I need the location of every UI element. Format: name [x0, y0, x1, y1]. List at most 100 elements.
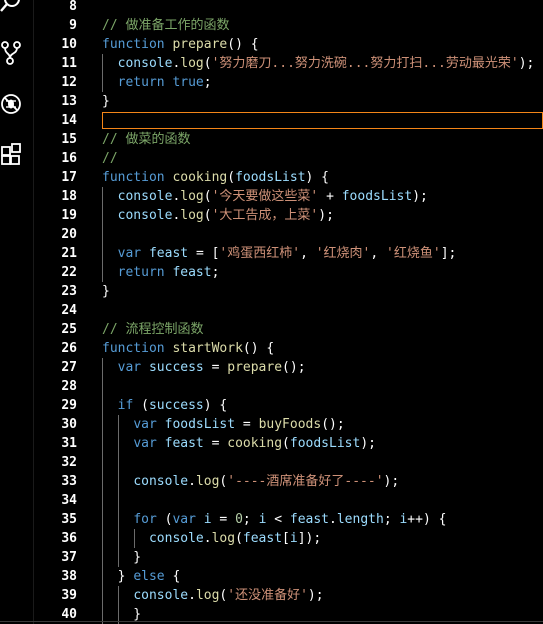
code-token: '大工告成，上菜' — [211, 208, 319, 223]
code-line[interactable]: 36 console.log(feast[i]); — [34, 529, 543, 548]
code-token: { — [172, 569, 181, 584]
code-line[interactable]: 39 console.log('还没准备好'); — [34, 586, 543, 605]
code-line[interactable]: 11 console.log('努力磨刀...努力洗碗...努力打扫...劳动最… — [34, 54, 543, 73]
code-token: function — [102, 37, 173, 52]
code-token: . — [188, 474, 196, 489]
current-line-highlight — [102, 112, 543, 129]
code-token: = — [211, 360, 228, 375]
line-number: 35 — [61, 512, 77, 527]
code-token: console — [117, 208, 173, 223]
code-editor[interactable]: 8 9// 做准备工作的函数 10 function prepare() {11 co… — [34, 0, 543, 624]
code-token: if — [117, 398, 142, 413]
code-text: console.log('----酒席准备好了----'); — [102, 472, 399, 491]
code-token: '今天要做这些菜' — [211, 189, 327, 204]
code-token: } — [102, 284, 110, 299]
code-line[interactable]: 18 console.log('今天要做这些菜' + foodsList); — [34, 187, 543, 206]
line-number: 16 — [61, 151, 77, 166]
line-number: 8 — [69, 0, 77, 14]
code-text: for (var i = 0; i < feast.length; i++) { — [102, 510, 446, 529]
code-token: ; — [203, 75, 212, 90]
code-text: function startWork() { — [102, 339, 274, 358]
code-token: (); — [282, 360, 306, 375]
line-number: 26 — [61, 341, 77, 356]
code-line[interactable]: 28 — [34, 377, 543, 396]
code-line[interactable]: 9 // 做准备工作的函数 — [34, 16, 543, 35]
code-token: ) { — [305, 170, 330, 185]
code-line[interactable]: 20 — [34, 225, 543, 244]
code-text: var foodsList = buyFoods(); — [102, 415, 344, 434]
code-line[interactable]: 25 // 流程控制函数 — [34, 320, 543, 339]
code-line[interactable]: 33 console.log('----酒席准备好了----'); — [34, 472, 543, 491]
code-line[interactable]: 37 } — [34, 548, 543, 567]
code-line[interactable]: 19 console.log('大工告成，上菜'); — [34, 206, 543, 225]
code-text: // 流程控制函数 — [102, 320, 203, 339]
search-icon[interactable] — [0, 0, 24, 16]
line-number: 10 — [61, 37, 77, 52]
code-line[interactable]: 13} — [34, 92, 543, 111]
code-line[interactable]: 14 — [34, 111, 543, 130]
code-text: return feast; — [102, 263, 220, 282]
code-line[interactable]: 34 — [34, 491, 543, 510]
code-token: ; — [383, 512, 400, 527]
code-line[interactable]: 23} — [34, 282, 543, 301]
code-token: + — [326, 189, 342, 204]
code-token: . — [203, 531, 212, 546]
code-token: i — [258, 512, 275, 527]
code-token: , — [300, 246, 316, 261]
code-text: } — [102, 282, 110, 301]
code-line[interactable]: 31 var feast = cooking(foodsList); — [34, 434, 543, 453]
code-token: // — [102, 151, 118, 166]
line-number: 36 — [61, 531, 77, 546]
code-line[interactable]: 15 // 做菜的函数 — [34, 130, 543, 149]
code-line[interactable]: 30 var foodsList = buyFoods(); — [34, 415, 543, 434]
source-control-icon[interactable] — [0, 40, 24, 66]
line-number: 34 — [61, 493, 77, 508]
code-token: ) { — [203, 398, 228, 413]
code-token: '红烧鱼' — [386, 246, 441, 261]
code-text: console.log('努力磨刀...努力洗碗...努力打扫...劳动最光荣'… — [102, 54, 535, 73]
line-number: 30 — [61, 417, 77, 432]
code-token: ( — [141, 398, 149, 413]
code-token: () { — [242, 341, 275, 356]
code-line[interactable]: 38 } else { — [34, 567, 543, 586]
code-line[interactable]: 29 if (success) { — [34, 396, 543, 415]
code-line[interactable]: 12 return true; — [34, 73, 543, 92]
code-token: 0 — [235, 512, 243, 527]
code-text: } — [102, 548, 141, 567]
line-number: 37 — [61, 550, 77, 565]
line-number: 9 — [69, 18, 77, 33]
code-line[interactable]: 26 function startWork() { — [34, 339, 543, 358]
code-token: ]; — [440, 246, 457, 261]
code-line[interactable]: 27 var success = prepare(); — [34, 358, 543, 377]
code-line[interactable]: 10 function prepare() { — [34, 35, 543, 54]
code-token: // 做菜的函数 — [102, 132, 191, 147]
line-number: 29 — [61, 398, 77, 413]
code-line[interactable]: 24 — [34, 301, 543, 320]
debug-icon[interactable] — [0, 91, 24, 117]
extensions-icon[interactable] — [0, 141, 24, 167]
code-line[interactable]: 21 var feast = ['鸡蛋西红柿', '红烧肉', '红烧鱼']; — [34, 244, 543, 263]
code-token: = — [211, 436, 228, 451]
line-number: 21 — [61, 246, 77, 261]
line-number: 12 — [61, 75, 77, 90]
code-line[interactable]: 35 for (var i = 0; i < feast.length; i++… — [34, 510, 543, 529]
code-line[interactable]: 17 function cooking(foodsList) { — [34, 168, 543, 187]
code-token: '----酒席准备好了----' — [227, 474, 384, 489]
code-token: length — [336, 512, 384, 527]
code-token: var — [133, 417, 165, 432]
indent-guide — [102, 187, 103, 282]
code-line[interactable]: 8 — [34, 0, 543, 16]
code-token: return — [117, 265, 173, 280]
code-text: console.log('大工告成，上菜'); — [102, 206, 334, 225]
line-number: 22 — [61, 265, 77, 280]
code-token: ( — [235, 531, 243, 546]
code-token: log — [180, 208, 204, 223]
code-line[interactable]: 22 return feast; — [34, 263, 543, 282]
code-line[interactable]: 16 // — [34, 149, 543, 168]
code-line[interactable]: 32 — [34, 453, 543, 472]
